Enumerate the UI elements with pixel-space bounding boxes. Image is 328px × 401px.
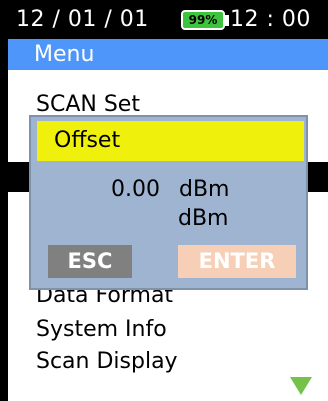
dialog-title-bar: Offset	[37, 121, 304, 161]
dialog-title: Offset	[54, 128, 121, 153]
enter-button[interactable]: ENTER	[178, 245, 296, 278]
menu-item-scan-display[interactable]: Scan Display	[36, 348, 178, 376]
offset-value-row: 0.00 dBm	[111, 177, 229, 203]
menu-item-system-info[interactable]: System Info	[36, 316, 167, 344]
battery-tip	[225, 15, 229, 26]
status-date: 12 / 01 / 01	[16, 7, 149, 32]
status-time: 12 : 00	[230, 7, 311, 32]
battery-icon: 99%	[181, 10, 225, 30]
esc-button[interactable]: ESC	[48, 245, 132, 278]
offset-value[interactable]: 0.00	[111, 177, 160, 202]
menu-title: Menu	[34, 42, 95, 67]
status-bar: 12 / 01 / 01 99% 12 : 00	[0, 0, 328, 39]
offset-dialog: Offset 0.00 dBm dBm ESC ENTER	[29, 115, 308, 290]
offset-unit-secondary: dBm	[178, 206, 229, 231]
triangle-down-icon[interactable]	[290, 377, 312, 395]
offset-unit: dBm	[178, 177, 230, 202]
menu-header: Menu	[8, 39, 328, 70]
